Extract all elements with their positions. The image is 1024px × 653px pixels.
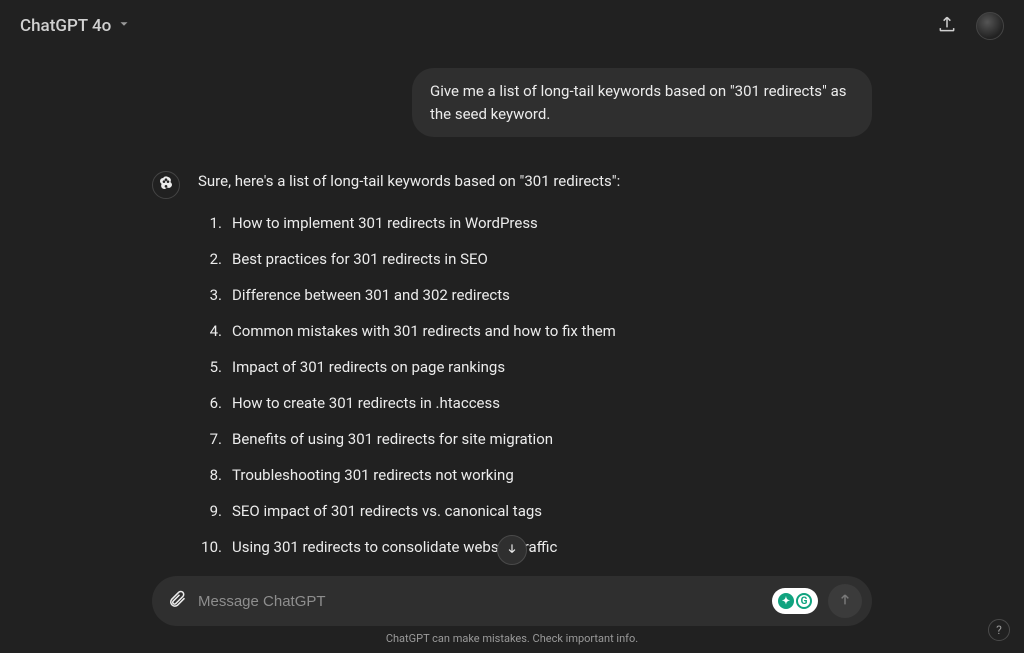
list-item: Difference between 301 and 302 redirects [226,283,872,307]
user-avatar[interactable] [976,12,1004,40]
attach-button[interactable] [166,590,188,612]
extension-icon-1: ✦ [778,593,794,609]
footer-note: ChatGPT can make mistakes. Check importa… [0,632,1024,645]
paperclip-icon [167,589,187,613]
assistant-message-row: Sure, here's a list of long-tail keyword… [152,169,872,571]
list-item: Best practices for 301 redirects in SEO [226,247,872,271]
model-selector[interactable]: ChatGPT 4o [20,16,131,36]
send-button[interactable] [828,584,862,618]
composer-area: ✦ G ChatGPT can make mistakes. Check imp… [0,576,1024,653]
message-input[interactable] [198,593,762,610]
list-item: Common mistakes with 301 redirects and h… [226,319,872,343]
list-item: How to implement 301 redirects in WordPr… [226,211,872,235]
chevron-down-icon [117,16,131,36]
help-button[interactable]: ? [988,619,1010,641]
extension-indicator[interactable]: ✦ G [772,588,818,614]
scroll-to-bottom-button[interactable] [497,535,527,565]
assistant-intro-text: Sure, here's a list of long-tail keyword… [198,169,872,193]
header-actions [936,12,1004,40]
list-item: Using 301 redirects to consolidate websi… [226,535,872,559]
composer: ✦ G [152,576,872,626]
arrow-down-icon [505,541,519,560]
model-label: ChatGPT 4o [20,16,111,36]
conversation-area: Give me a list of long-tail keywords bas… [0,60,1024,571]
upload-icon [937,14,957,38]
share-button[interactable] [936,15,958,37]
assistant-avatar [152,171,180,199]
list-item: Impact of 301 redirects on page rankings [226,355,872,379]
openai-logo-icon [158,175,174,195]
list-item: Benefits of using 301 redirects for site… [226,427,872,451]
list-item: How to create 301 redirects in .htaccess [226,391,872,415]
list-item: SEO impact of 301 redirects vs. canonica… [226,499,872,523]
conversation-inner: Give me a list of long-tail keywords bas… [152,68,872,571]
keyword-list: How to implement 301 redirects in WordPr… [198,211,872,571]
list-item: Troubleshooting 301 redirects not workin… [226,463,872,487]
help-label: ? [996,623,1002,637]
user-message-text: Give me a list of long-tail keywords bas… [430,82,846,123]
user-message-bubble: Give me a list of long-tail keywords bas… [412,68,872,137]
assistant-message-body: Sure, here's a list of long-tail keyword… [198,169,872,571]
header: ChatGPT 4o [0,0,1024,52]
user-message-row: Give me a list of long-tail keywords bas… [152,68,872,137]
extension-icon-2: G [796,593,812,609]
arrow-up-icon [837,591,853,611]
